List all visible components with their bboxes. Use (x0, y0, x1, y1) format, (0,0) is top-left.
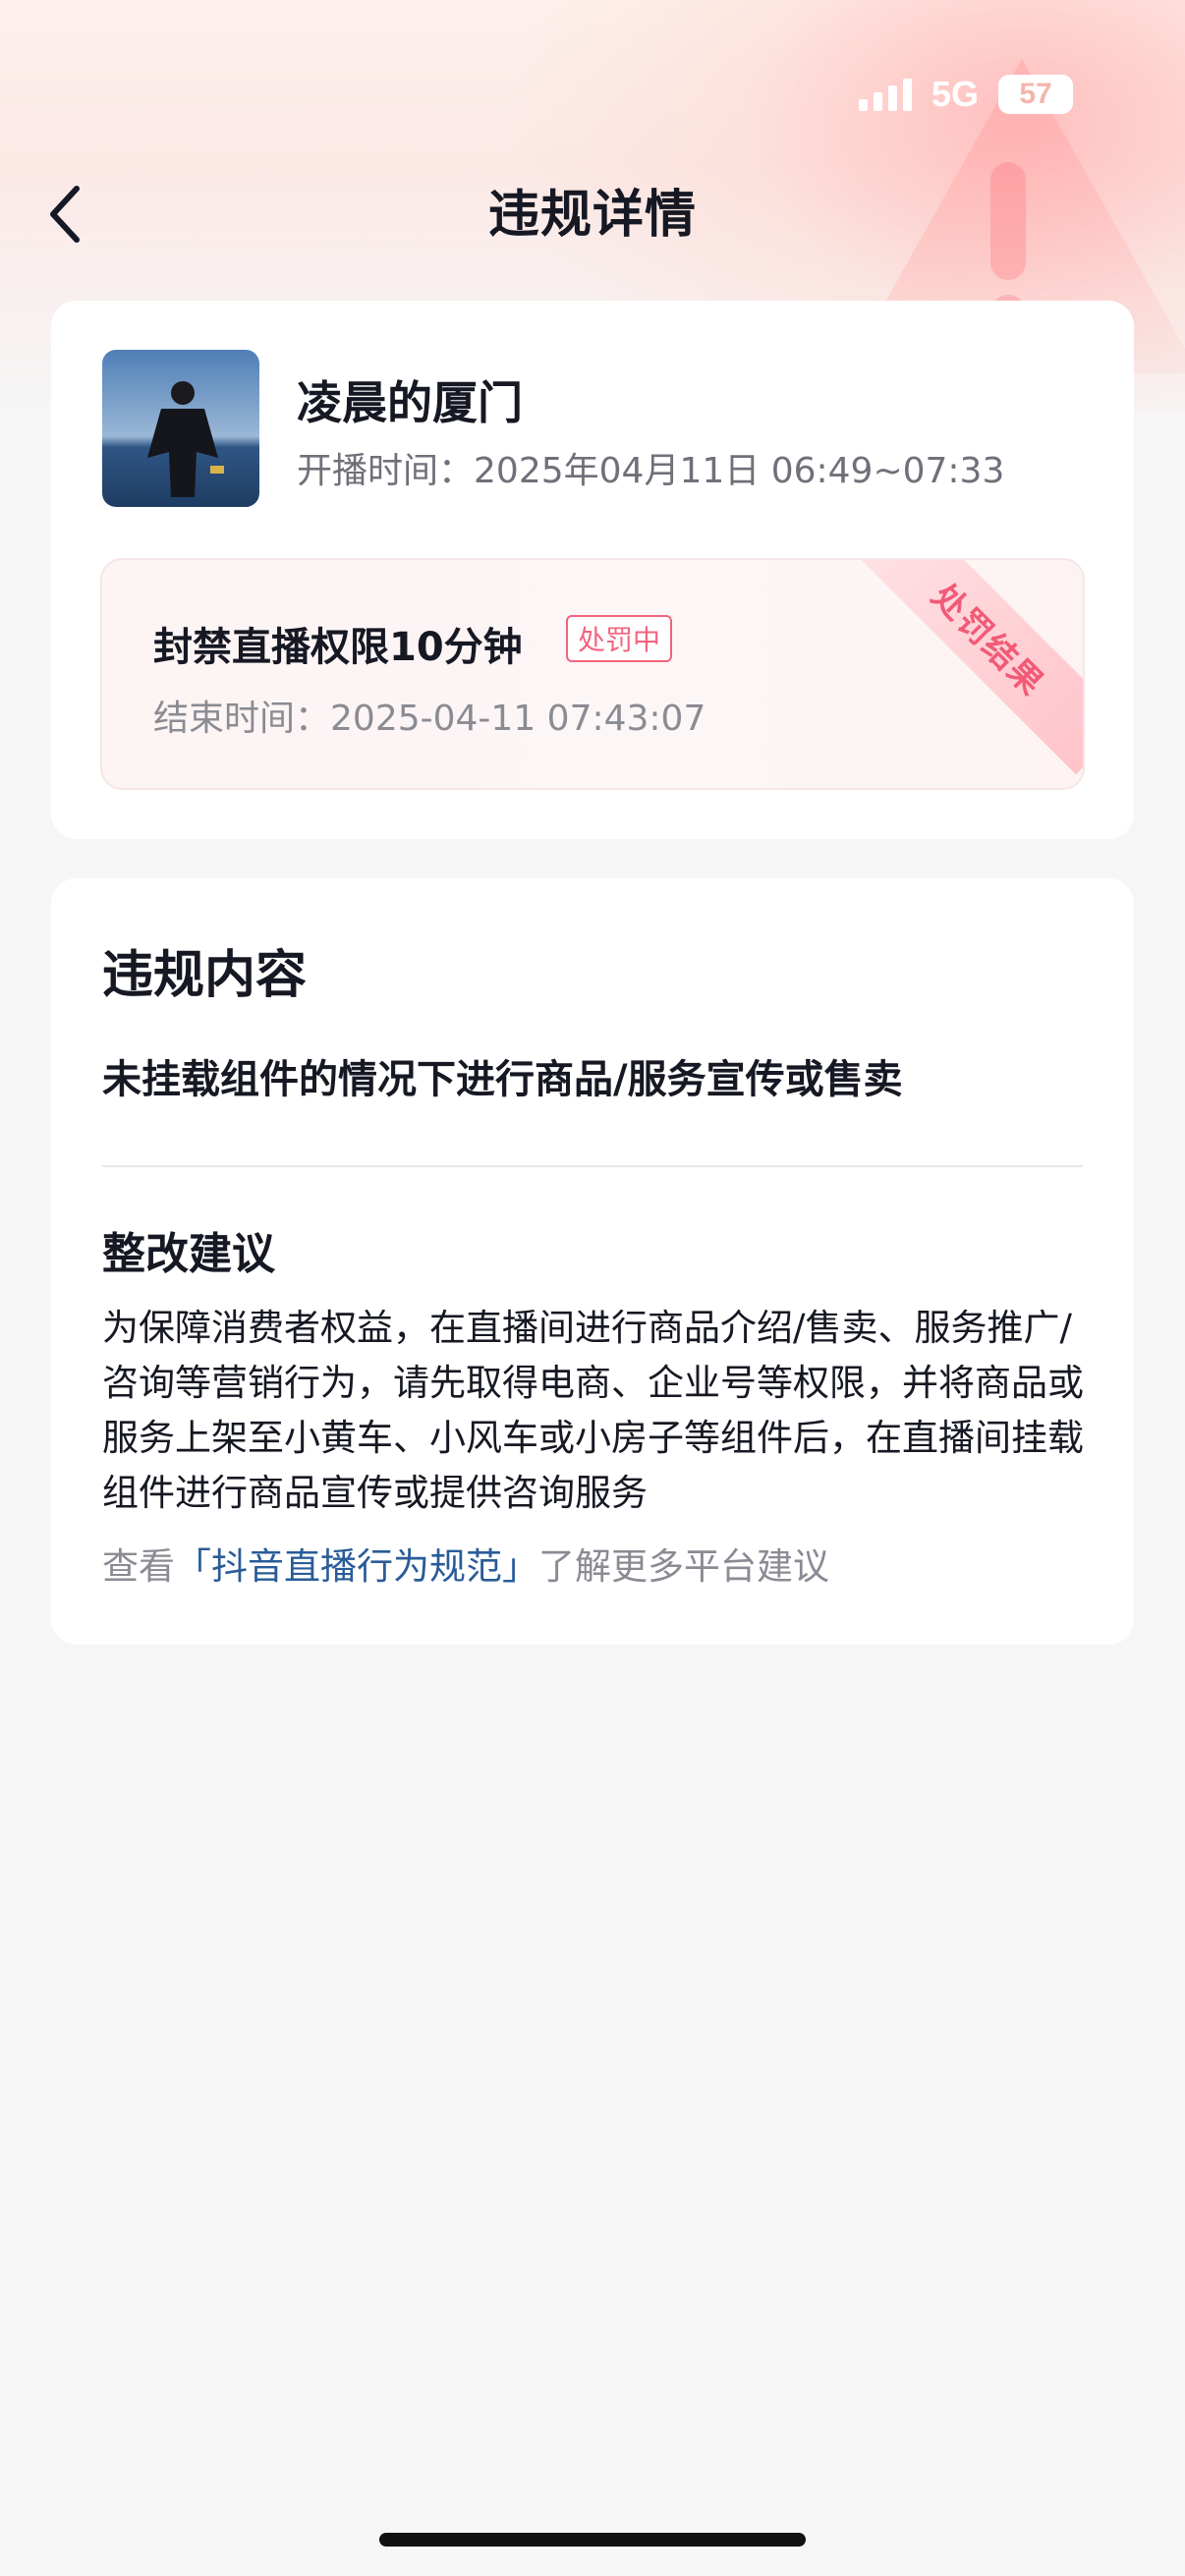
network-type: 5G (931, 74, 979, 114)
battery-icon: 57 (998, 75, 1073, 114)
live-session-card: 凌晨的厦门 开播时间：2025年04月11日 06:49~07:33 处罚结果 … (51, 301, 1134, 839)
more-guidelines-row: 查看「抖音直播行为规范」了解更多平台建议 (102, 1537, 829, 1590)
live-guidelines-link[interactable]: 「抖音直播行为规范」 (175, 1545, 538, 1588)
stream-time-label: 开播时间： (297, 451, 475, 491)
home-indicator[interactable] (379, 2533, 806, 2547)
signal-bars-icon (858, 78, 912, 111)
end-time-label: 结束时间： (153, 699, 331, 739)
penalty-title: 封禁直播权限10分钟 (153, 625, 523, 670)
battery-level: 57 (1019, 78, 1052, 110)
penalty-result-ribbon: 处罚结果 (853, 560, 1083, 775)
penalty-result-box: 处罚结果 封禁直播权限10分钟 处罚中 结束时间：2025-04-11 07:4… (100, 558, 1085, 790)
end-time-value: 2025-04-11 07:43:07 (330, 699, 706, 739)
avatar-image (102, 350, 259, 507)
page-title: 违规详情 (487, 186, 697, 245)
penalty-status-badge: 处罚中 (566, 615, 673, 662)
streamer-name: 凌晨的厦门 (297, 376, 523, 429)
status-bar: 5G 57 (858, 71, 1073, 118)
more-prefix: 查看 (102, 1545, 175, 1588)
suggestion-title: 整改建议 (102, 1229, 275, 1279)
stream-time-value: 2025年04月11日 06:49~07:33 (474, 451, 1005, 491)
streamer-avatar[interactable] (102, 350, 259, 507)
stream-time: 开播时间：2025年04月11日 06:49~07:33 (297, 442, 1004, 493)
violation-description: 未挂载组件的情况下进行商品/服务宣传或售卖 (102, 1057, 903, 1102)
violation-section-title: 违规内容 (102, 946, 308, 1005)
more-suffix: 了解更多平台建议 (538, 1545, 829, 1588)
divider (102, 1165, 1083, 1167)
violation-content-card: 违规内容 未挂载组件的情况下进行商品/服务宣传或售卖 整改建议 为保障消费者权益… (51, 878, 1134, 1645)
penalty-status-text: 处罚中 (578, 624, 661, 656)
penalty-end-time: 结束时间：2025-04-11 07:43:07 (153, 690, 705, 741)
suggestion-text: 为保障消费者权益，在直播间进行商品介绍/售卖、服务推广/咨询等营销行为，请先取得… (102, 1307, 1084, 1514)
